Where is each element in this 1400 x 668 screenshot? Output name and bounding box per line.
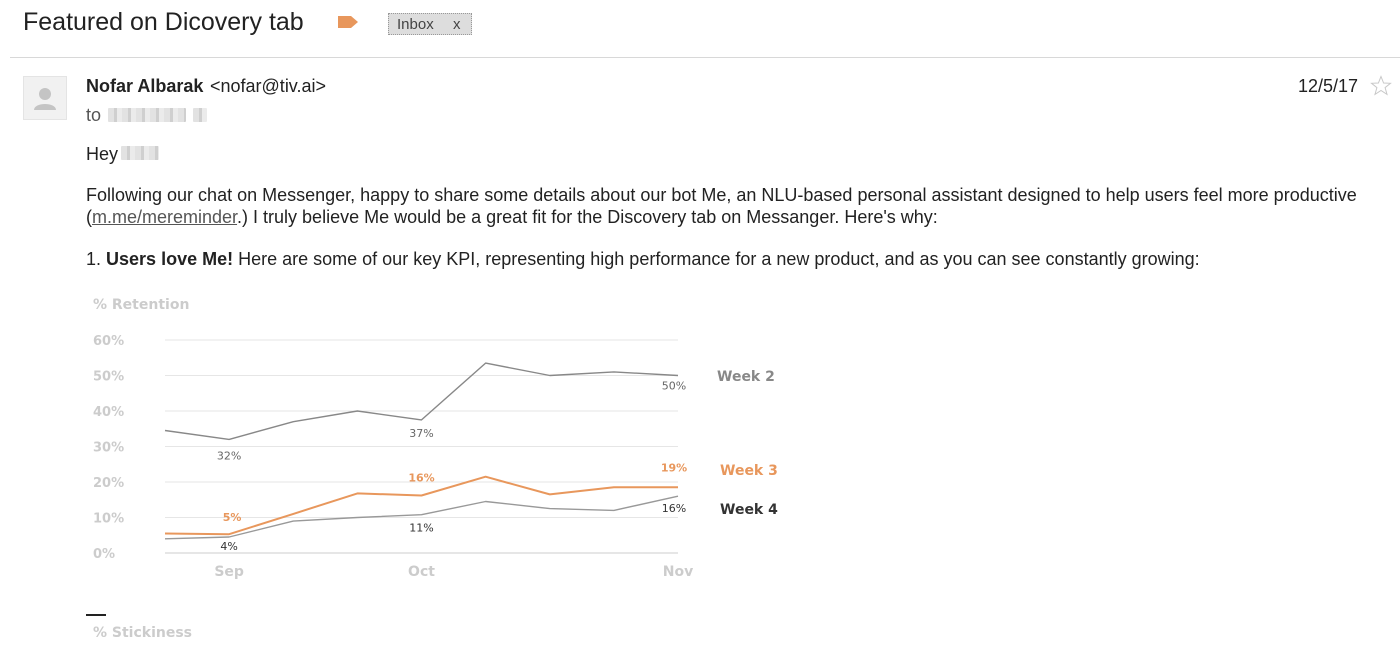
y-tick-label: 20% <box>93 476 124 491</box>
data-label: 5% <box>223 511 242 524</box>
stickiness-title: % Stickiness <box>93 625 192 641</box>
data-label: 16% <box>662 502 686 515</box>
y-tick-label: 30% <box>93 441 124 456</box>
chart-title: % Retention <box>93 297 189 313</box>
data-label: 32% <box>217 449 241 462</box>
greeting: Hey <box>86 144 119 164</box>
kpi-point: 1. Users love Me! Here are some of our k… <box>86 248 1200 270</box>
y-tick-label: 50% <box>93 370 124 385</box>
data-label: 11% <box>409 522 433 535</box>
sender-avatar[interactable] <box>23 76 67 120</box>
paragraph-line-2-rest: .) I truly believe Me would be a great f… <box>237 207 938 227</box>
stickiness-chart-title: % Stickiness <box>93 625 192 641</box>
paragraph-line-2: (m.me/mereminder.) I truly believe Me wo… <box>86 206 938 228</box>
point-number: 1. <box>86 249 102 269</box>
retention-chart: % Retention 0% 10% 20% 30% 40% 50% 60% Sep Oct Nov… <box>93 297 778 580</box>
paragraph-line-1: Following our chat on Messenger, happy t… <box>86 185 1357 205</box>
star-outline-icon[interactable] <box>1369 74 1393 98</box>
sender-name[interactable]: Nofar Albarak <box>86 76 203 97</box>
x-tick-label: Oct <box>408 564 435 580</box>
y-tick-label: 60% <box>93 334 124 349</box>
point-heading: Users love Me! <box>106 249 234 269</box>
redacted-recipient-2 <box>193 108 207 122</box>
person-icon <box>34 88 56 110</box>
legend-label: Week 3 <box>720 463 778 479</box>
bot-link[interactable]: m.me/mereminder <box>92 207 237 227</box>
header-divider <box>10 57 1400 58</box>
inbox-label-chip[interactable]: Inbox x <box>388 13 472 35</box>
remove-label-button[interactable]: x <box>453 16 461 33</box>
redacted-name <box>121 146 159 160</box>
data-label: 50% <box>662 380 686 393</box>
y-tick-label: 0% <box>93 547 115 562</box>
point-text: Here are some of our key KPI, representi… <box>238 249 1200 269</box>
y-tick-label: 10% <box>93 512 124 527</box>
email-subject: Featured on Dicovery tab <box>23 8 304 36</box>
x-tick-label: Nov <box>663 564 693 580</box>
redacted-recipient <box>108 108 186 122</box>
data-label: 4% <box>220 540 237 553</box>
legend-label: Week 2 <box>717 369 775 385</box>
inbox-label-text: Inbox <box>397 16 434 33</box>
data-label: 19% <box>661 461 687 474</box>
data-label: 37% <box>409 427 433 440</box>
sender-email: <nofar@tiv.ai> <box>210 76 326 96</box>
legend-label: Week 4 <box>720 502 778 518</box>
y-tick-label: 40% <box>93 405 124 420</box>
recipient-label: to <box>86 105 102 125</box>
label-tag-icon[interactable] <box>337 14 359 30</box>
x-tick-label: Sep <box>214 564 244 580</box>
data-label: 16% <box>408 471 434 484</box>
email-date: 12/5/17 <box>1298 76 1359 96</box>
section-separator <box>86 614 106 616</box>
